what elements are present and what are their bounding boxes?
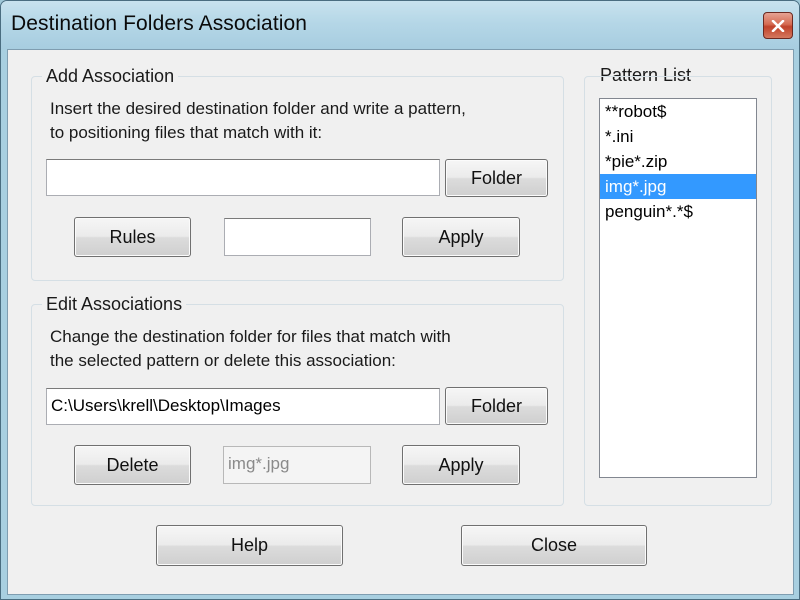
delete-button[interactable]: Delete bbox=[74, 445, 191, 485]
window-close-button[interactable] bbox=[763, 12, 793, 39]
add-association-instruction-1: Insert the desired destination folder an… bbox=[50, 99, 466, 118]
dialog-window: Destination Folders Association Add Asso… bbox=[0, 0, 800, 600]
pattern-list-item[interactable]: img*.jpg bbox=[600, 174, 756, 199]
add-folder-input[interactable] bbox=[46, 159, 440, 196]
edit-associations-instruction-1: Change the destination folder for files … bbox=[50, 327, 451, 346]
help-button[interactable]: Help bbox=[156, 525, 343, 566]
edit-apply-button[interactable]: Apply bbox=[402, 445, 520, 485]
pattern-list-item[interactable]: *pie*.zip bbox=[600, 149, 756, 174]
close-button[interactable]: Close bbox=[461, 525, 647, 566]
close-icon bbox=[771, 19, 785, 32]
edit-pattern-input: img*.jpg bbox=[223, 446, 371, 484]
edit-associations-group: Edit Associations Change the destination… bbox=[31, 294, 564, 506]
edit-associations-title: Edit Associations bbox=[42, 294, 187, 315]
rules-button[interactable]: Rules bbox=[74, 217, 191, 257]
add-association-instruction-2: to positioning files that match with it: bbox=[50, 123, 323, 142]
dialog-client-area: Add Association Insert the desired desti… bbox=[7, 49, 794, 595]
add-association-group: Add Association Insert the desired desti… bbox=[31, 66, 564, 281]
add-apply-button[interactable]: Apply bbox=[402, 217, 520, 257]
pattern-list-item[interactable]: penguin*.*$ bbox=[600, 199, 756, 224]
pattern-list-item[interactable]: **robot$ bbox=[600, 99, 756, 124]
add-association-title: Add Association bbox=[42, 66, 179, 87]
add-folder-button[interactable]: Folder bbox=[445, 159, 548, 197]
pattern-listbox[interactable]: **robot$ *.ini *pie*.zip img*.jpg penguin*.*… bbox=[599, 98, 757, 478]
title-bar[interactable]: Destination Folders Association bbox=[1, 1, 799, 49]
pattern-list-item[interactable]: *.ini bbox=[600, 124, 756, 149]
edit-associations-instruction-2: the selected pattern or delete this asso… bbox=[50, 351, 396, 370]
add-pattern-input[interactable] bbox=[224, 218, 371, 256]
window-title: Destination Folders Association bbox=[11, 12, 308, 35]
edit-folder-button[interactable]: Folder bbox=[445, 387, 548, 425]
edit-folder-input[interactable]: C:\Users\krell\Desktop\Images bbox=[46, 388, 440, 425]
